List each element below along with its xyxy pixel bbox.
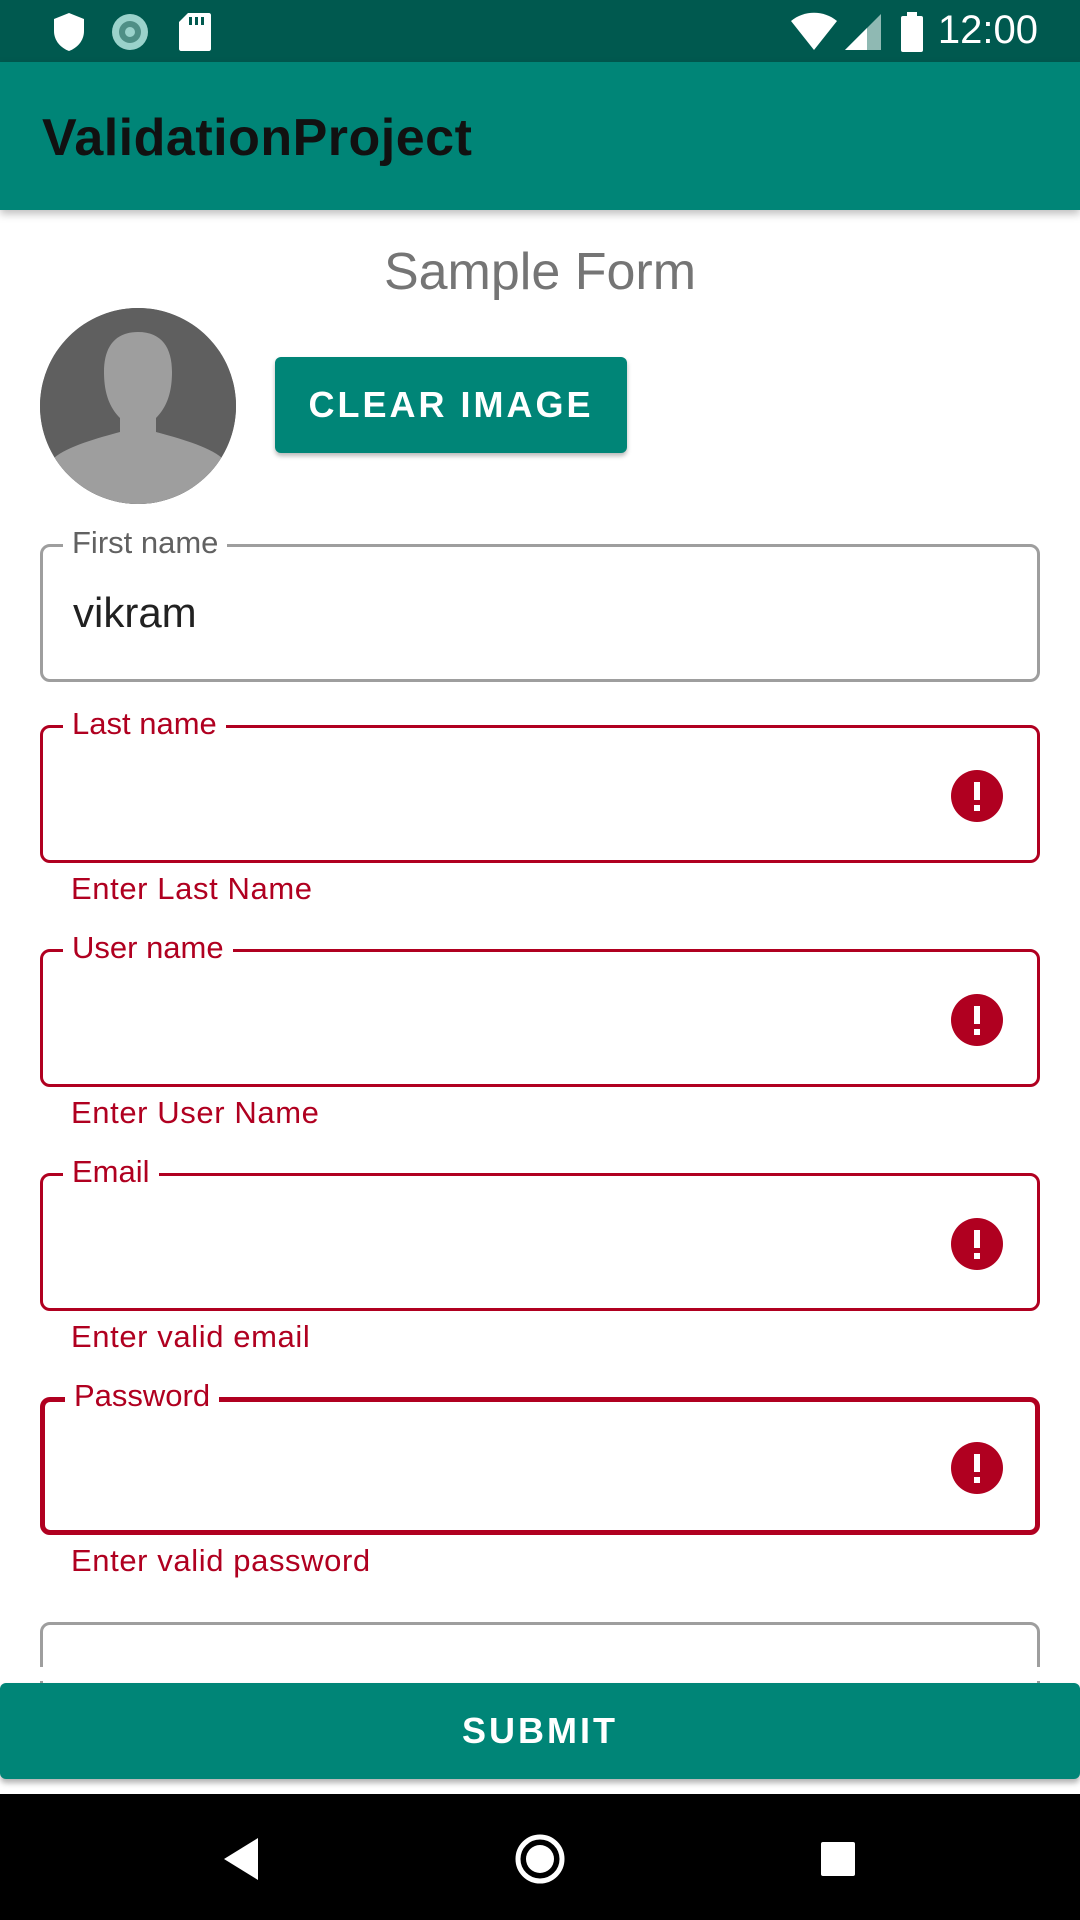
email-field[interactable]: Email [40,1152,1040,1311]
shield-icon [54,13,84,51]
user-name-label: User name [63,928,233,968]
last-name-field[interactable]: Last name [40,704,1040,863]
recents-icon[interactable] [803,1824,873,1894]
home-icon[interactable] [505,1824,575,1894]
app-title: ValidationProject [42,109,473,167]
scroll-clip [0,1667,1080,1681]
error-icon [951,1442,1003,1494]
email-label: Email [63,1152,159,1192]
status-time: 12:00 [937,8,1038,52]
first-name-label: First name [63,523,228,563]
back-icon[interactable] [206,1824,276,1894]
wifi-icon [791,12,837,50]
profile-avatar[interactable] [40,308,236,504]
clear-image-button[interactable]: CLEAR IMAGE [275,357,627,453]
app-bar: ValidationProject [0,62,1080,210]
last-name-label: Last name [63,704,226,744]
person-silhouette-icon [40,308,236,504]
signal-icon [845,14,881,50]
form-title: Sample Form [383,243,697,301]
navigation-bar [0,1794,1080,1920]
password-field[interactable]: Password [40,1376,1040,1535]
status-bar: 12:00 [0,0,1080,62]
user-name-error: Enter User Name [71,1095,320,1130]
battery-icon [901,12,923,52]
sync-icon [112,14,148,50]
email-error: Enter valid email [71,1319,311,1354]
sd-card-icon [179,13,211,51]
error-icon [951,770,1003,822]
submit-button[interactable]: SUBMIT [0,1683,1080,1779]
password-error: Enter valid password [71,1543,371,1578]
user-name-field[interactable]: User name [40,928,1040,1087]
error-icon [951,994,1003,1046]
first-name-field[interactable]: First name vikram [40,523,1040,682]
first-name-value[interactable]: vikram [73,589,197,637]
error-icon [951,1218,1003,1270]
password-label: Password [65,1376,220,1416]
last-name-error: Enter Last Name [71,871,313,906]
